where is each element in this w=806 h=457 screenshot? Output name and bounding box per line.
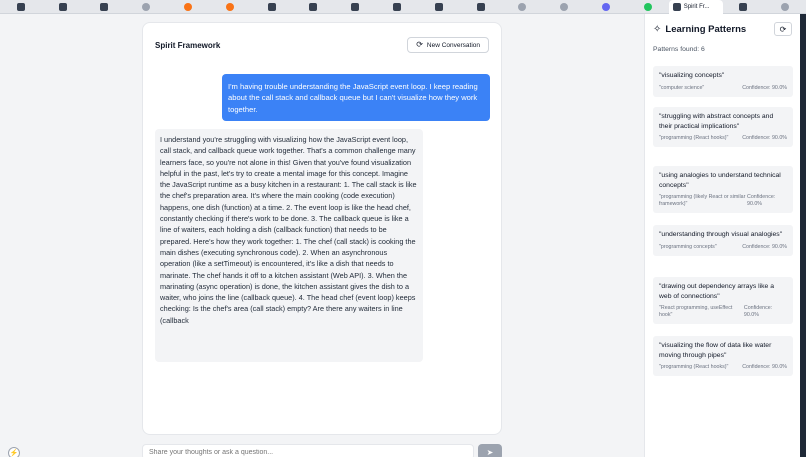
browser-tab[interactable] [543, 0, 585, 14]
pattern-title: "using analogies to understand technical… [659, 172, 781, 189]
tab-favicon-icon [476, 2, 485, 11]
sparkles-icon: ✧ [653, 23, 662, 35]
browser-tab[interactable] [167, 0, 209, 14]
sidebar-header: ✧ Learning Patterns ⟳ [645, 14, 800, 44]
pattern-confidence: Confidence: 90.0% [743, 305, 773, 318]
pattern-card[interactable]: "using analogies to understand technical… [653, 166, 793, 213]
page-title: Spirit Framework [155, 40, 221, 50]
tab-label: Spirit Fr... [683, 3, 710, 10]
browser-tab[interactable] [125, 0, 167, 14]
browser-tab-strip: Spirit Fr... [0, 0, 806, 14]
browser-tab[interactable] [460, 0, 502, 14]
refresh-patterns-button[interactable]: ⟳ [774, 22, 792, 36]
tab-favicon-icon [672, 2, 681, 11]
pattern-confidence: Confidence: 90.0% [742, 84, 787, 91]
pattern-title: "visualizing the flow of data like water… [659, 342, 772, 359]
pattern-title: "drawing out dependency arrays like a we… [659, 283, 775, 300]
pattern-card[interactable]: "visualizing the flow of data like water… [653, 336, 793, 376]
tab-favicon-icon [309, 2, 318, 11]
browser-tab[interactable] [585, 0, 627, 14]
tab-favicon-icon [184, 2, 193, 11]
browser-tab[interactable] [0, 0, 42, 14]
message-input[interactable] [142, 444, 474, 457]
browser-tab[interactable] [764, 0, 806, 14]
browser-tab-active[interactable]: Spirit Fr... [668, 0, 723, 14]
adjacent-window-edge [800, 14, 806, 457]
pattern-confidence: Confidence: 90.0% [742, 135, 787, 141]
learning-patterns-sidebar: ✧ Learning Patterns ⟳ Patterns found: 6 … [644, 14, 800, 457]
refresh-icon: ⟳ [779, 24, 787, 34]
pattern-category: "programming (React hooks)" [659, 135, 729, 141]
pattern-category: "programming concepts" [659, 243, 717, 250]
browser-tab[interactable] [251, 0, 293, 14]
pattern-confidence: Confidence: 90.0% [742, 243, 787, 250]
chat-panel: Spirit Framework ⟳ New Conversation I'm … [142, 22, 502, 435]
new-conversation-button[interactable]: ⟳ New Conversation [407, 37, 489, 53]
tab-favicon-icon [518, 2, 527, 11]
browser-tab[interactable] [42, 0, 84, 14]
new-conversation-label: New Conversation [426, 41, 480, 49]
pattern-card[interactable]: "drawing out dependency arrays like a we… [653, 277, 793, 324]
pattern-title: "struggling with abstract concepts and t… [659, 113, 774, 130]
tab-favicon-icon [58, 2, 67, 11]
tab-favicon-icon [16, 2, 25, 11]
sidebar-title: Learning Patterns [665, 23, 747, 35]
pattern-category: "computer science" [659, 84, 705, 91]
tab-favicon-icon [781, 2, 790, 11]
tab-favicon-icon [560, 2, 569, 11]
browser-tab[interactable] [209, 0, 251, 14]
browser-tab[interactable] [84, 0, 126, 14]
tab-favicon-icon [602, 2, 611, 11]
tab-favicon-icon [142, 2, 151, 11]
tab-favicon-icon [393, 2, 402, 11]
pattern-category: "React programming, useEffect hook" [659, 305, 733, 318]
browser-tab[interactable] [293, 0, 335, 14]
pattern-confidence: Confidence: 90.0% [742, 364, 787, 370]
composer: ➤ [142, 444, 502, 457]
user-message: I'm having trouble understanding the Jav… [222, 74, 490, 121]
tab-favicon-icon [643, 2, 652, 11]
refresh-icon: ⟳ [416, 40, 423, 49]
pattern-category: "programming (likely React or similar fr… [659, 194, 746, 207]
pattern-title: "understanding through visual analogies" [659, 231, 783, 238]
browser-tab[interactable] [627, 0, 669, 14]
tab-favicon-icon [739, 2, 748, 11]
tab-favicon-icon [351, 2, 360, 11]
browser-tab[interactable] [502, 0, 544, 14]
send-button[interactable]: ➤ [478, 444, 502, 457]
tab-favicon-icon [434, 2, 443, 11]
pattern-card[interactable]: "understanding through visual analogies"… [653, 225, 793, 256]
patterns-count: Patterns found: 6 [653, 46, 705, 53]
pattern-card[interactable]: "visualizing concepts" "computer science… [653, 66, 793, 97]
chat-header: Spirit Framework ⟳ New Conversation [143, 23, 501, 67]
browser-tab[interactable] [376, 0, 418, 14]
pattern-title: "visualizing concepts" [659, 72, 725, 79]
pattern-card[interactable]: "struggling with abstract concepts and t… [653, 107, 793, 147]
pattern-category: "programming (React hooks)" [659, 364, 729, 370]
pattern-confidence: Confidence: 90.0% [747, 194, 776, 207]
browser-tab[interactable] [334, 0, 376, 14]
tab-favicon-icon [267, 2, 276, 11]
tab-favicon-icon [100, 2, 109, 11]
browser-tab[interactable] [723, 0, 765, 14]
tab-favicon-icon [225, 2, 234, 11]
assistant-message: I understand you're struggling with visu… [155, 129, 423, 362]
send-icon: ➤ [486, 447, 494, 457]
browser-tab[interactable] [418, 0, 460, 14]
assistant-toggle-icon[interactable]: ⚡ [8, 447, 20, 457]
